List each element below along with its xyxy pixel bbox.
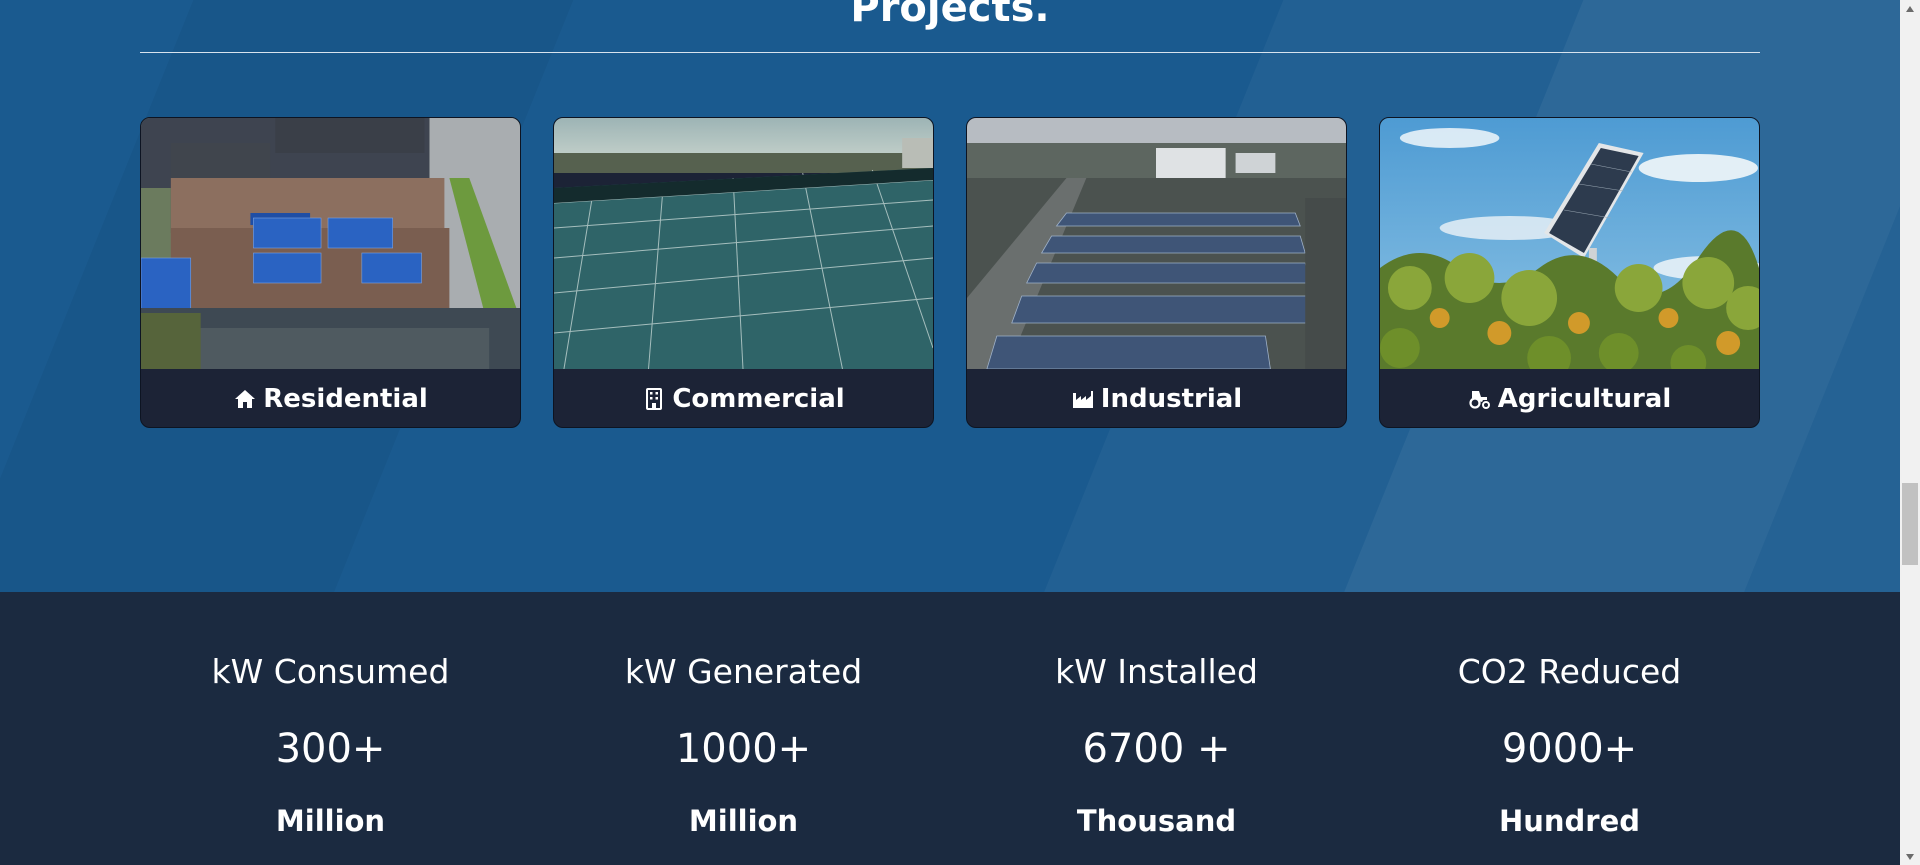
card-label: Agricultural: [1497, 384, 1672, 414]
card-caption: Residential: [141, 369, 520, 427]
stat-label: CO2 Reduced: [1457, 652, 1682, 691]
card-caption: Agricultural: [1380, 369, 1759, 427]
stat-value: 300+: [275, 726, 386, 772]
scrollbar-thumb[interactable]: [1902, 483, 1918, 565]
stat-unit: Thousand: [1076, 804, 1237, 838]
caret-down-icon: [1906, 853, 1914, 860]
card-label: Industrial: [1100, 384, 1243, 414]
stat-label: kW Installed: [1055, 652, 1258, 691]
tractor-icon: [1469, 391, 1490, 409]
title-divider: [140, 52, 1760, 53]
industrial-carport-image: [967, 118, 1346, 369]
stat-unit: Million: [688, 804, 799, 838]
projects-section: Projects. Residential Commercial Industr…: [0, 0, 1900, 592]
stat-label: kW Generated: [624, 652, 863, 691]
residential-rooftop-image: [141, 118, 520, 369]
section-title: Projects.: [850, 0, 1050, 31]
scroll-up-button[interactable]: [1900, 0, 1920, 17]
caret-up-icon: [1906, 5, 1914, 12]
stat-label: kW Consumed: [211, 652, 450, 691]
scroll-down-button[interactable]: [1900, 848, 1920, 865]
card-caption: Commercial: [554, 369, 933, 427]
industry-icon: [1072, 391, 1093, 408]
stats-section: kW Consumed 300+ Million kW Generated 10…: [0, 592, 1900, 865]
card-caption: Industrial: [967, 369, 1346, 427]
project-card-industrial[interactable]: Industrial: [966, 117, 1347, 428]
project-card-commercial[interactable]: Commercial: [553, 117, 934, 428]
card-label: Commercial: [672, 384, 845, 414]
stat-unit: Million: [275, 804, 386, 838]
stat-unit: Hundred: [1498, 804, 1641, 838]
building-icon: [646, 388, 663, 410]
stat-value: 6700 +: [1082, 726, 1231, 772]
agricultural-solar-panel-image: [1380, 118, 1759, 369]
stat-value: 9000+: [1501, 726, 1638, 772]
page-scrollbar[interactable]: [1900, 0, 1920, 865]
home-icon: [235, 390, 256, 408]
project-card-agricultural[interactable]: Agricultural: [1379, 117, 1760, 428]
card-label: Residential: [263, 384, 428, 414]
stat-value: 1000+: [675, 726, 812, 772]
project-card-residential[interactable]: Residential: [140, 117, 521, 428]
commercial-solar-field-image: [554, 118, 933, 369]
